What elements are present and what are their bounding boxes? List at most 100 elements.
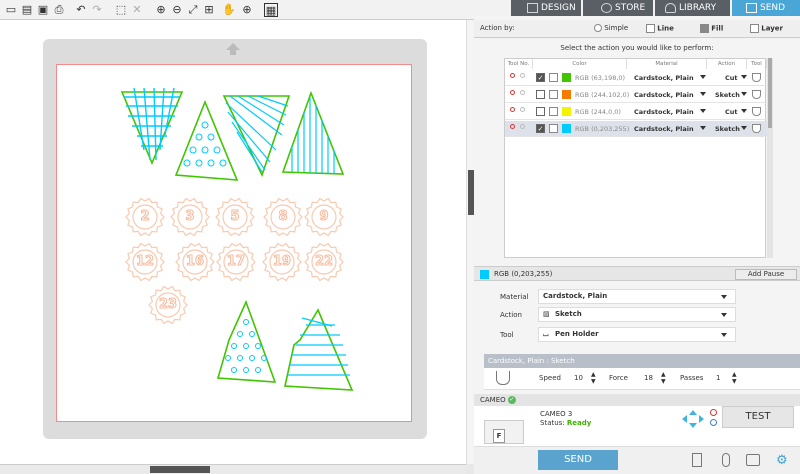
speed-value[interactable]: 10 <box>574 374 583 382</box>
badge-number: 23 <box>158 297 178 313</box>
chevron-down-icon[interactable] <box>700 126 706 130</box>
pen-holder-icon <box>752 90 761 99</box>
design-artwork[interactable] <box>0 0 466 464</box>
chevron-down-icon <box>721 295 727 299</box>
badge-number: 5 <box>230 209 240 225</box>
list-icon[interactable] <box>692 453 702 467</box>
row-material[interactable]: Cardstock, Plain <box>634 124 694 134</box>
test-button[interactable]: TEST <box>722 406 794 428</box>
force-stepper-icon[interactable]: ▲ ▼ <box>661 371 666 385</box>
tool-grey-icon[interactable] <box>520 124 525 129</box>
force-value[interactable]: 18 <box>644 374 653 382</box>
line-mode-icon <box>646 24 655 33</box>
header-tool: Tool <box>747 59 767 69</box>
row-action[interactable]: Sketch <box>715 124 740 134</box>
cameo-device-icon: F <box>484 420 524 444</box>
speed-stepper-icon[interactable]: ▲ ▼ <box>591 371 596 385</box>
row-material[interactable]: Cardstock, Plain <box>634 107 694 117</box>
selected-color-swatch <box>480 270 489 279</box>
triangle-dotted-small <box>216 299 277 383</box>
chevron-down-icon <box>721 333 727 337</box>
settings-header: Cardstock, Plain : Sketch <box>484 354 800 368</box>
row-action[interactable]: Cut <box>725 107 738 117</box>
row-material[interactable]: Cardstock, Plain <box>634 90 694 100</box>
layer-mode-icon <box>750 24 759 33</box>
badge-number: 19 <box>272 254 292 270</box>
table-row[interactable]: RGB (244,102,0) Cardstock, Plain Sketch <box>505 87 767 103</box>
line-style-icon <box>549 124 558 133</box>
table-scroll-thumb[interactable] <box>768 58 772 128</box>
tool-red-icon[interactable] <box>510 107 515 112</box>
row-color: RGB (244,0,0) <box>575 108 621 116</box>
tab-store[interactable]: STORE <box>583 0 653 16</box>
chevron-down-icon[interactable] <box>741 75 747 79</box>
chevron-down-icon[interactable] <box>700 109 706 113</box>
cutter-icon[interactable] <box>746 454 760 466</box>
chevron-down-icon[interactable] <box>741 126 747 130</box>
badge-number: 16 <box>185 254 205 270</box>
header-color: Color <box>533 59 627 69</box>
material-select[interactable]: Cardstock, Plain <box>538 289 736 304</box>
row-checkbox[interactable] <box>536 107 545 116</box>
option-layer[interactable]: Layer <box>750 24 783 33</box>
row-action[interactable]: Sketch <box>715 90 740 100</box>
tab-send[interactable]: SEND <box>732 0 800 16</box>
triangle-lined <box>284 308 354 391</box>
row-action[interactable]: Cut <box>725 73 738 83</box>
pen-holder-icon <box>752 124 761 133</box>
chevron-down-icon[interactable] <box>741 92 747 96</box>
tool-red-icon[interactable] <box>510 73 515 78</box>
chevron-down-icon[interactable] <box>741 109 747 113</box>
chevron-down-icon[interactable] <box>700 92 706 96</box>
canvas-horizontal-scrollbar[interactable] <box>0 464 466 474</box>
tool-red-icon[interactable] <box>510 124 515 129</box>
badge-number: 8 <box>278 209 288 225</box>
table-scrollbar[interactable] <box>767 58 773 258</box>
action-row: Action ▨ Sketch <box>474 306 800 324</box>
tab-library[interactable]: LIBRARY <box>655 0 730 16</box>
tool-grey-icon[interactable] <box>520 90 525 95</box>
send-panel: Action by: Simple Line Fill Layer Select… <box>474 16 800 474</box>
color-swatch <box>562 107 571 116</box>
line-style-icon <box>549 90 558 99</box>
passes-stepper-icon[interactable]: ▲ ▼ <box>732 371 737 385</box>
triangle-striped <box>281 90 345 175</box>
origin-red-icon[interactable] <box>710 409 717 416</box>
tool-grey-icon[interactable] <box>520 107 525 112</box>
horizontal-scroll-thumb[interactable] <box>150 466 210 473</box>
device-usb-icon[interactable] <box>722 453 730 467</box>
send-button[interactable]: SEND <box>538 450 618 470</box>
gear-icon[interactable]: ⚙ <box>776 453 788 468</box>
tool-grey-icon[interactable] <box>520 73 525 78</box>
tool-select[interactable]: ⌴ Pen Holder <box>538 327 736 342</box>
move-arrows-icon[interactable] <box>682 410 704 428</box>
action-by-bar: Action by: Simple Line Fill Layer <box>474 20 800 38</box>
row-material[interactable]: Cardstock, Plain <box>634 73 694 83</box>
canvas-vertical-scrollbar[interactable] <box>466 20 474 464</box>
option-fill[interactable]: Fill <box>700 24 723 33</box>
chevron-down-icon[interactable] <box>700 75 706 79</box>
table-row[interactable]: ✓ RGB (0,203,255) Cardstock, Plain Sketch <box>505 121 767 137</box>
passes-value[interactable]: 1 <box>716 374 720 382</box>
option-line[interactable]: Line <box>646 24 674 33</box>
badge-number: 22 <box>314 254 334 270</box>
cloud-library-icon <box>665 3 676 13</box>
option-simple[interactable]: Simple <box>594 24 628 32</box>
badge-number: 17 <box>226 254 246 270</box>
inverted-triangle-hatched <box>222 95 291 178</box>
chevron-down-icon <box>721 313 727 317</box>
tab-design[interactable]: DESIGN <box>511 0 581 16</box>
send-cutter-icon <box>746 3 757 13</box>
sketch-icon: ▨ <box>543 310 550 318</box>
row-checkbox[interactable]: ✓ <box>536 124 545 133</box>
tool-red-icon[interactable] <box>510 90 515 95</box>
pen-holder-icon <box>752 73 761 82</box>
add-pause-button[interactable]: Add Pause <box>735 269 797 280</box>
action-select[interactable]: ▨ Sketch <box>538 307 736 322</box>
row-checkbox[interactable]: ✓ <box>536 73 545 82</box>
table-row[interactable]: RGB (244,0,0) Cardstock, Plain Cut <box>505 104 767 120</box>
origin-blue-icon[interactable] <box>710 419 717 426</box>
row-checkbox[interactable] <box>536 90 545 99</box>
table-row[interactable]: ✓ RGB (63,198,0) Cardstock, Plain Cut <box>505 70 767 86</box>
instruction-text: Select the action you would like to perf… <box>560 44 714 52</box>
